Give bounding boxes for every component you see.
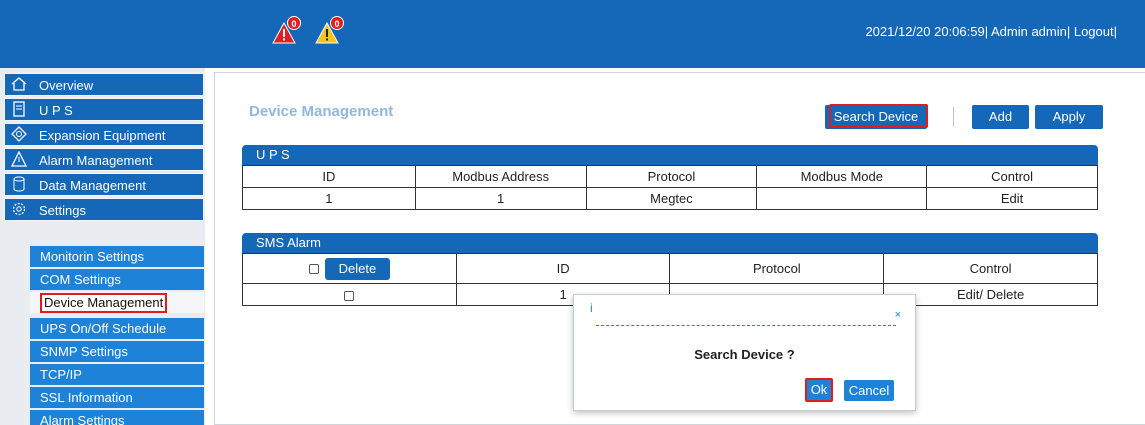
sub-item-monitoring-settings[interactable]: Monitorin Settings	[30, 246, 204, 268]
ups-section-header: U P S	[242, 145, 1098, 165]
sub-item-label: SSL Information	[40, 390, 133, 405]
table-row: 1 1 Megtec Edit	[242, 187, 1098, 210]
sms-section-header: SMS Alarm	[242, 233, 1098, 253]
user-link[interactable]: Admin admin|	[988, 24, 1070, 39]
sidebar-item-expansion[interactable]: Expansion Equipment	[4, 123, 204, 146]
column-header: ID	[242, 165, 416, 188]
server-icon	[13, 101, 25, 117]
edit-link[interactable]: Edit	[926, 187, 1098, 210]
home-icon	[11, 77, 27, 91]
table-header-row: Delete ID Protocol Control	[242, 253, 1098, 284]
select-all-cell: Delete	[242, 253, 457, 284]
column-header: ID	[455, 253, 671, 284]
table-cell: Megtec	[585, 187, 758, 210]
cancel-button[interactable]: Cancel	[844, 380, 894, 401]
sidebar-item-label: Settings	[39, 203, 86, 218]
page-title: Device Management	[249, 103, 394, 120]
sidebar-item-label: U P S	[39, 103, 73, 118]
row-checkbox[interactable]	[344, 290, 355, 301]
dialog-message: Search Device ?	[694, 347, 795, 362]
sub-item-alarm-settings[interactable]: Alarm Settings	[30, 410, 204, 425]
close-icon[interactable]: ×	[895, 309, 901, 321]
sidebar-item-label: Expansion Equipment	[39, 128, 166, 143]
search-device-dialog: i × Search Device ? Ok Cancel	[573, 294, 916, 411]
red-alarm-count: 0	[287, 16, 301, 30]
column-header: Control	[883, 253, 1098, 284]
logout-link[interactable]: Logout|	[1070, 24, 1117, 39]
datetime: 2021/12/20 20:06:59|	[865, 24, 989, 39]
database-icon	[13, 176, 25, 192]
sidebar-item-label: Alarm Management	[39, 153, 153, 168]
sub-item-ups-schedule[interactable]: UPS On/Off Schedule	[30, 318, 204, 340]
sidebar-item-alarm-management[interactable]: Alarm Management	[4, 148, 204, 171]
sub-item-label: TCP/IP	[40, 367, 82, 382]
warning-icon	[11, 151, 27, 167]
column-header: Modbus Address	[414, 165, 587, 188]
table-header-row: ID Modbus Address Protocol Modbus Mode C…	[242, 165, 1098, 188]
red-alarm-indicator[interactable]: 0	[272, 16, 306, 46]
sub-item-snmp-settings[interactable]: SNMP Settings	[30, 341, 204, 363]
column-header: Control	[926, 165, 1098, 188]
sub-item-label: COM Settings	[40, 272, 121, 287]
column-header: Protocol	[669, 253, 885, 284]
yellow-alarm-indicator[interactable]: 0	[315, 16, 349, 46]
sub-item-label: UPS On/Off Schedule	[40, 321, 167, 336]
sidebar-item-label: Overview	[39, 78, 94, 93]
search-device-button[interactable]: Search Device	[825, 105, 927, 129]
sidebar-item-label: Data Management	[39, 178, 146, 193]
table-cell	[756, 187, 928, 210]
dialog-divider	[596, 325, 896, 326]
toolbar-divider	[953, 107, 954, 127]
sidebar-item-data-management[interactable]: Data Management	[4, 173, 204, 196]
table-cell: 1	[242, 187, 416, 210]
row-checkbox-cell	[242, 283, 457, 306]
info-icon: i	[590, 301, 593, 315]
yellow-alarm-count: 0	[330, 16, 344, 30]
sub-item-ssl-information[interactable]: SSL Information	[30, 387, 204, 409]
ok-button[interactable]: Ok	[805, 378, 833, 402]
sub-item-label: Device Management	[40, 293, 168, 313]
select-all-checkbox[interactable]	[308, 263, 319, 274]
top-bar: 0 0 2021/12/20 20:06:59| Admin admin| Lo…	[0, 0, 1145, 68]
top-info: 2021/12/20 20:06:59| Admin admin| Logout…	[865, 24, 1117, 39]
add-button[interactable]: Add	[972, 105, 1029, 129]
ups-table: ID Modbus Address Protocol Modbus Mode C…	[242, 165, 1098, 210]
column-header: Protocol	[585, 165, 758, 188]
sub-item-device-management[interactable]: Device Management	[30, 292, 204, 314]
delete-button[interactable]: Delete	[324, 257, 391, 280]
sub-item-label: Alarm Settings	[40, 413, 125, 425]
sub-item-label: Monitorin Settings	[40, 249, 145, 264]
sidebar-item-settings[interactable]: Settings	[4, 198, 204, 221]
column-header: Modbus Mode	[756, 165, 928, 188]
sidebar-item-overview[interactable]: Overview	[4, 73, 204, 96]
table-cell: 1	[414, 187, 587, 210]
gear-icon	[12, 202, 26, 216]
apply-button[interactable]: Apply	[1035, 105, 1103, 129]
sidebar: Overview U P S Expansion Equipment Alarm…	[0, 68, 205, 425]
sub-item-label: SNMP Settings	[40, 344, 128, 359]
sidebar-item-ups[interactable]: U P S	[4, 98, 204, 121]
expansion-icon	[11, 126, 27, 142]
sub-item-tcpip[interactable]: TCP/IP	[30, 364, 204, 386]
sub-item-com-settings[interactable]: COM Settings	[30, 269, 204, 291]
